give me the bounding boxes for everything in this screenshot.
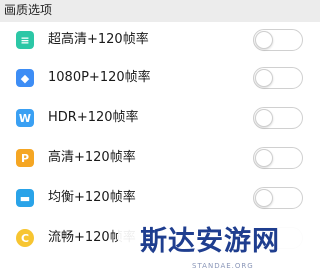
option-row-1080p[interactable]: ◆ 1080P+120帧率 bbox=[0, 58, 320, 98]
option-row-super-hd[interactable]: ≡ 超高清+120帧率 bbox=[0, 20, 320, 60]
option-row-balanced[interactable]: ▬ 均衡+120帧率 bbox=[0, 178, 320, 218]
super-hd-toggle[interactable] bbox=[253, 29, 303, 51]
toggle-knob bbox=[255, 189, 273, 207]
option-row-hdr[interactable]: W HDR+120帧率 bbox=[0, 98, 320, 138]
toggle-knob bbox=[255, 109, 273, 127]
watermark-site: STANDAE.ORG bbox=[192, 262, 254, 270]
hdr-toggle[interactable] bbox=[253, 107, 303, 129]
option-row-hd[interactable]: P 高清+120帧率 bbox=[0, 138, 320, 178]
hd-icon: P bbox=[16, 149, 34, 167]
toggle-knob bbox=[255, 149, 273, 167]
super-hd-icon: ≡ bbox=[16, 31, 34, 49]
1080p-icon: ◆ bbox=[16, 69, 34, 87]
balanced-toggle[interactable] bbox=[253, 187, 303, 209]
smooth-icon: C bbox=[16, 229, 34, 247]
section-header: 画质选项 bbox=[0, 0, 320, 22]
option-label: 高清+120帧率 bbox=[48, 150, 136, 165]
hd-toggle[interactable] bbox=[253, 147, 303, 169]
watermark-brand: 斯达安游网 bbox=[140, 226, 280, 257]
option-label: HDR+120帧率 bbox=[48, 110, 139, 125]
hdr-icon: W bbox=[16, 109, 34, 127]
option-label: 1080P+120帧率 bbox=[48, 70, 151, 85]
option-label: 超高清+120帧率 bbox=[48, 32, 149, 47]
1080p-toggle[interactable] bbox=[253, 67, 303, 89]
watermark: 斯达安游网 STANDAE.ORG bbox=[118, 220, 320, 277]
balanced-icon: ▬ bbox=[16, 189, 34, 207]
option-label: 均衡+120帧率 bbox=[48, 190, 136, 205]
section-title: 画质选项 bbox=[4, 3, 53, 17]
toggle-knob bbox=[255, 31, 273, 49]
quality-options-panel: 画质选项 ≡ 超高清+120帧率 ◆ 1080P+120帧率 W HDR+120… bbox=[0, 0, 320, 277]
toggle-knob bbox=[255, 69, 273, 87]
